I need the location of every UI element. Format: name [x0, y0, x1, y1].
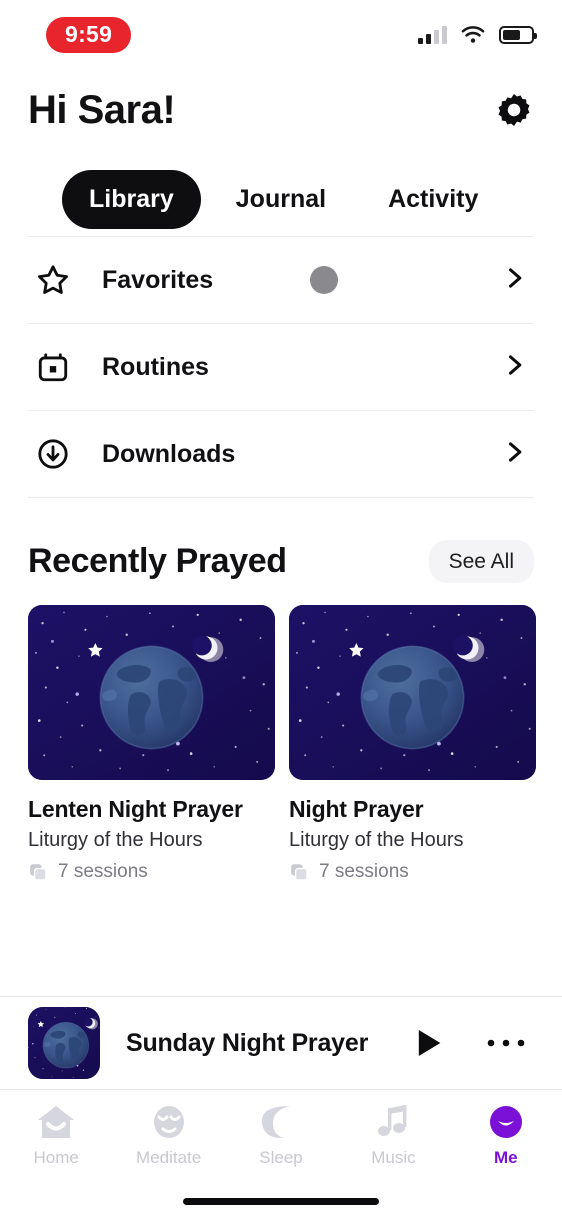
mini-player-title: Sunday Night Prayer [126, 1028, 369, 1057]
library-row-label: Routines [102, 352, 209, 381]
card-meta: 7 sessions [28, 861, 275, 883]
nav-label: Sleep [259, 1148, 303, 1167]
card-subtitle: Liturgy of the Hours [289, 829, 464, 852]
nav-item-home[interactable]: Home [0, 1102, 112, 1168]
mini-player-thumbnail [28, 1007, 100, 1079]
settings-button[interactable] [494, 90, 534, 130]
status-bar: 9:59 [0, 0, 562, 70]
play-icon [418, 1029, 441, 1057]
library-row-downloads[interactable]: Downloads [28, 410, 534, 497]
see-all-button[interactable]: See All [428, 540, 534, 583]
bottom-navigation: Home Meditate Sleep Music Me [0, 1090, 562, 1184]
card-title: Night Prayer [289, 796, 424, 822]
card-artwork [28, 605, 275, 780]
pointer-cursor [310, 266, 338, 294]
cellular-signal-icon [418, 26, 447, 44]
moon-icon [261, 1106, 291, 1139]
mini-player[interactable]: Sunday Night Prayer [0, 996, 562, 1090]
gear-icon [498, 94, 530, 126]
layers-icon [30, 864, 47, 881]
recently-prayed-cards: Lenten Night Prayer Liturgy of the Hours… [0, 583, 562, 883]
library-row-label: Favorites [102, 265, 214, 294]
more-options-button[interactable] [478, 1020, 534, 1066]
home-indicator-area [0, 1184, 562, 1218]
play-button[interactable] [406, 1020, 452, 1066]
download-circle-icon [30, 431, 76, 477]
prayer-card[interactable]: Night Prayer Liturgy of the Hours 7 sess… [289, 605, 536, 883]
library-list: Favorites Routines Downloads [0, 236, 562, 498]
nav-item-meditate[interactable]: Meditate [112, 1102, 224, 1168]
section-title: Recently Prayed [28, 542, 287, 580]
tab-bar: Library Journal Activity [0, 140, 562, 236]
profile-face-icon [489, 1106, 522, 1138]
tab-journal[interactable]: Journal [209, 170, 353, 229]
star-icon [30, 257, 76, 303]
nav-item-music[interactable]: Music [337, 1102, 449, 1168]
home-icon [38, 1106, 75, 1138]
battery-icon [499, 26, 537, 44]
app-screen: 9:59 Hi Sara! Library Journal Activity F… [0, 0, 562, 1218]
nav-item-me[interactable]: Me [450, 1102, 562, 1168]
status-time-pill: 9:59 [46, 17, 132, 53]
recently-prayed-header: Recently Prayed See All [0, 498, 562, 583]
card-title: Lenten Night Prayer [28, 796, 243, 822]
page-title: Hi Sara! [28, 87, 176, 132]
chevron-right-icon [500, 264, 528, 297]
meditate-face-icon [153, 1106, 184, 1138]
card-meta: 7 sessions [289, 861, 536, 883]
more-horizontal-icon [487, 1039, 525, 1047]
nav-label: Music [371, 1148, 416, 1167]
library-row-label: Downloads [102, 439, 236, 468]
page-header: Hi Sara! [0, 70, 562, 140]
home-indicator[interactable] [183, 1197, 379, 1205]
chevron-right-icon [500, 438, 528, 471]
prayer-card[interactable]: Lenten Night Prayer Liturgy of the Hours… [28, 605, 275, 883]
tab-library[interactable]: Library [62, 169, 201, 229]
card-subtitle: Liturgy of the Hours [28, 829, 203, 852]
nav-item-sleep[interactable]: Sleep [225, 1102, 337, 1168]
wifi-icon [461, 26, 485, 44]
tab-activity[interactable]: Activity [361, 170, 505, 229]
library-row-favorites[interactable]: Favorites [28, 236, 534, 323]
library-row-routines[interactable]: Routines [28, 323, 534, 410]
card-sessions: 7 sessions [58, 861, 148, 883]
status-indicators [418, 26, 537, 44]
nav-label: Meditate [136, 1148, 202, 1167]
calendar-icon [30, 344, 76, 390]
chevron-right-icon [500, 351, 528, 384]
card-artwork [289, 605, 536, 780]
nav-label: Home [33, 1148, 79, 1167]
card-sessions: 7 sessions [319, 861, 409, 883]
nav-label: Me [494, 1148, 518, 1167]
music-note-icon [378, 1105, 407, 1136]
layers-icon [291, 864, 308, 881]
